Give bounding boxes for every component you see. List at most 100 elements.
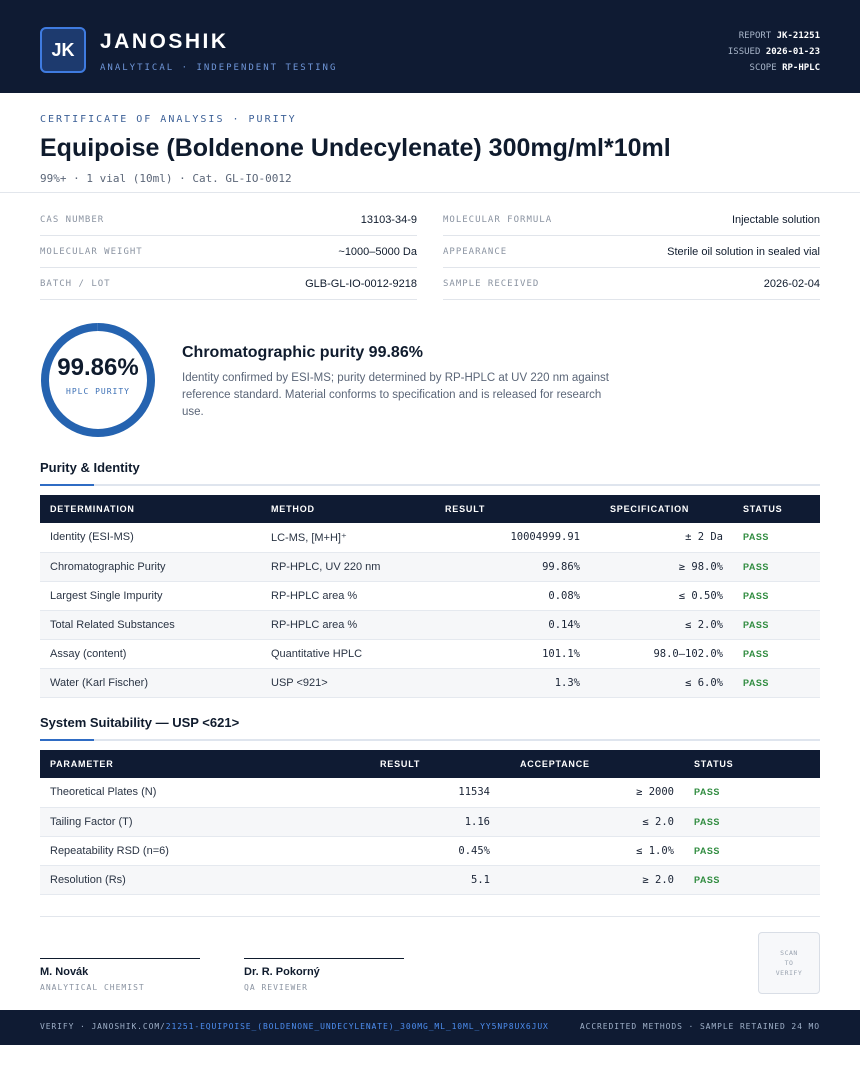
cell-acceptance: ≥ 2.0 [500, 865, 684, 895]
verify-line: VERIFY · JANOSHIK.COM/21251-EQUIPOISE_(B… [40, 1022, 549, 1031]
report-id: JK-21251 [776, 31, 820, 41]
report-id-line: REPORT JK-21251 [738, 31, 820, 41]
cell-method: USP <921> [261, 668, 421, 698]
info-label: MOLECULAR WEIGHT [40, 246, 143, 257]
signature-name-reviewer: Dr. R. Pokorný [244, 966, 320, 978]
purity-identity-table: DETERMINATION METHOD RESULT SPECIFICATIO… [40, 495, 820, 698]
info-row-appearance: APPEARANCE Sterile oil solution in seale… [443, 236, 820, 268]
brand-logo: JK [40, 27, 86, 73]
table-row: Theoretical Plates (N) 11534 ≥ 2000 PASS [40, 778, 820, 808]
column-header: RESULT [445, 504, 486, 514]
status-badge: PASS [733, 581, 820, 611]
info-value: Injectable solution [731, 213, 820, 226]
report-header: JK JANOSHIK ANALYTICAL · INDEPENDENT TES… [0, 0, 860, 93]
info-value: GLB-GL-IO-0012-9218 [305, 277, 417, 290]
info-label: MOLECULAR FORMULA [443, 214, 553, 225]
cell-method: Quantitative HPLC [261, 639, 421, 669]
cell-result: 99.86% [421, 552, 590, 582]
cell-specification: ≤ 2.0% [590, 610, 733, 640]
cell-result: 10004999.91 [421, 523, 590, 553]
purity-value: 99.86% [57, 354, 139, 381]
divider [0, 192, 860, 193]
status-badge: PASS [733, 610, 820, 640]
info-right-column: MOLECULAR FORMULA Injectable solution AP… [443, 204, 820, 300]
table-row: Tailing Factor (T) 1.16 ≤ 2.0 PASS [40, 807, 820, 837]
purity-heading: Chromatographic purity 99.86% [182, 344, 423, 361]
verify-prefix: VERIFY · JANOSHIK.COM/ [40, 1022, 166, 1031]
info-value: Sterile oil solution in sealed vial [667, 245, 820, 258]
section-underline-accent [40, 739, 94, 741]
cell-determination: Identity (ESI-MS) [40, 523, 261, 553]
info-row-sample-received: SAMPLE RECEIVED 2026-02-04 [443, 268, 820, 300]
qr-text: TO [784, 959, 794, 967]
cell-acceptance: ≥ 2000 [500, 778, 684, 808]
cell-method: RP-HPLC area % [261, 610, 421, 640]
table-row: Assay (content) Quantitative HPLC 101.1%… [40, 639, 820, 669]
cell-parameter: Repeatability RSD (n=6) [40, 836, 360, 866]
certificate-kicker: CERTIFICATE OF ANALYSIS · PURITY [40, 114, 297, 125]
verify-link[interactable]: 21251-EQUIPOISE_(BOLDENONE_UNDECYLENATE)… [166, 1022, 549, 1031]
issued-line: ISSUED 2026-01-23 [727, 47, 820, 57]
scope-value: RP-HPLC [782, 63, 820, 73]
brand-tagline: ANALYTICAL · INDEPENDENT TESTING [100, 63, 338, 73]
table-row: Repeatability RSD (n=6) 0.45% ≤ 1.0% PAS… [40, 836, 820, 866]
status-badge: PASS [684, 778, 820, 808]
product-title: Equipoise (Boldenone Undecylenate) 300mg… [40, 134, 671, 162]
info-row-molecular-weight: MOLECULAR WEIGHT ~1000–5000 Da [40, 236, 417, 268]
brand-name: JANOSHIK [100, 30, 229, 53]
column-header: STATUS [743, 504, 783, 514]
cell-result: 1.3% [421, 668, 590, 698]
table-row: Total Related Substances RP-HPLC area % … [40, 610, 820, 640]
column-header: RESULT [380, 759, 421, 769]
verify-qr-placeholder[interactable]: SCAN TO VERIFY [758, 932, 820, 994]
column-header: METHOD [271, 504, 315, 514]
cell-method: RP-HPLC, UV 220 nm [261, 552, 421, 582]
purity-label: HPLC PURITY [66, 387, 130, 396]
table-row: Resolution (Rs) 5.1 ≥ 2.0 PASS [40, 865, 820, 895]
cell-specification: ≥ 98.0% [590, 552, 733, 582]
cell-determination: Chromatographic Purity [40, 552, 261, 582]
status-badge: PASS [733, 523, 820, 553]
status-badge: PASS [684, 865, 820, 895]
section-title-system-suitability: System Suitability — USP <621> [40, 715, 240, 730]
cell-specification: ≤ 6.0% [590, 668, 733, 698]
cell-determination: Assay (content) [40, 639, 261, 669]
signature-line [40, 958, 200, 959]
cell-result: 0.14% [421, 610, 590, 640]
cell-specification: ± 2 Da [590, 523, 733, 553]
table-header-row: PARAMETER RESULT ACCEPTANCE STATUS [40, 750, 820, 778]
section-underline-accent [40, 484, 94, 486]
info-value: ~1000–5000 Da [338, 245, 417, 258]
status-badge: PASS [733, 552, 820, 582]
status-badge: PASS [684, 836, 820, 866]
cell-parameter: Theoretical Plates (N) [40, 778, 360, 808]
cell-specification: ≤ 0.50% [590, 581, 733, 611]
report-meta: REPORT JK-21251 ISSUED 2026-01-23 SCOPE … [728, 28, 820, 76]
product-subtitle: 99%+ · 1 vial (10ml) · Cat. GL-IO-0012 [40, 172, 292, 185]
table-header-row: DETERMINATION METHOD RESULT SPECIFICATIO… [40, 495, 820, 523]
status-badge: PASS [684, 807, 820, 837]
info-label: APPEARANCE [443, 246, 508, 257]
footer-note: ACCREDITED METHODS · SAMPLE RETAINED 24 … [579, 1022, 820, 1031]
info-label: BATCH / LOT [40, 278, 111, 289]
scope-line: SCOPE RP-HPLC [749, 63, 820, 73]
column-header: STATUS [694, 759, 734, 769]
signature-line [244, 958, 404, 959]
cell-method: LC-MS, [M+H]⁺ [261, 523, 421, 553]
system-suitability-table: PARAMETER RESULT ACCEPTANCE STATUS Theor… [40, 750, 820, 895]
cell-result: 11534 [360, 778, 500, 808]
info-row-batch: BATCH / LOT GLB-GL-IO-0012-9218 [40, 268, 417, 300]
column-header: PARAMETER [50, 759, 114, 769]
section-underline [40, 739, 820, 741]
purity-description: Identity confirmed by ESI-MS; purity det… [182, 372, 609, 418]
table-row: Chromatographic Purity RP-HPLC, UV 220 n… [40, 552, 820, 582]
cell-acceptance: ≤ 1.0% [500, 836, 684, 866]
table-row: Identity (ESI-MS) LC-MS, [M+H]⁺ 10004999… [40, 523, 820, 553]
cell-determination: Largest Single Impurity [40, 581, 261, 611]
table-row: Water (Karl Fischer) USP <921> 1.3% ≤ 6.… [40, 668, 820, 698]
qr-text: SCAN [780, 949, 798, 957]
cell-result: 101.1% [421, 639, 590, 669]
column-header: DETERMINATION [50, 504, 135, 514]
cell-result: 0.45% [360, 836, 500, 866]
divider [40, 916, 820, 917]
